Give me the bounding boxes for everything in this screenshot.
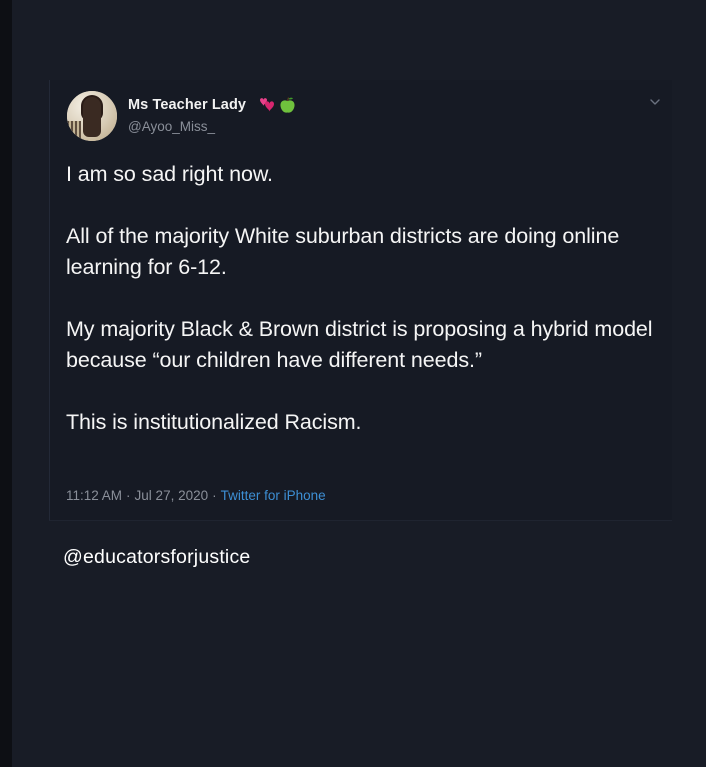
green-apple-icon — [280, 97, 295, 113]
tweet-paragraph: All of the majority White suburban distr… — [66, 224, 620, 279]
user-handle[interactable]: @Ayoo_Miss_ — [128, 119, 215, 134]
avatar[interactable] — [67, 91, 117, 141]
display-name[interactable]: Ms Teacher Lady — [128, 97, 246, 113]
tweet-body: I am so sad right now. All of the majori… — [66, 159, 656, 469]
tweet-time[interactable]: 11:12 AM — [66, 488, 122, 503]
meta-separator: · — [212, 488, 217, 503]
account-tag[interactable]: @educatorsforjustice — [63, 546, 250, 569]
meta-separator: · — [126, 488, 131, 503]
tweet-meta: 11:12 AM · Jul 27, 2020 · Twitter for iPhone — [66, 488, 326, 503]
tweet-paragraph: This is institutionalized Racism. — [66, 410, 362, 434]
tweet-paragraph: My majority Black & Brown district is pr… — [66, 317, 653, 372]
avatar-person — [83, 97, 101, 137]
tweet-date[interactable]: Jul 27, 2020 — [135, 488, 209, 503]
tweet-paragraph: I am so sad right now. — [66, 162, 273, 186]
chevron-down-icon[interactable] — [648, 95, 662, 109]
avatar-fence — [67, 121, 81, 141]
tweet-source-link[interactable]: Twitter for iPhone — [221, 488, 326, 503]
two-hearts-icon — [260, 98, 274, 112]
